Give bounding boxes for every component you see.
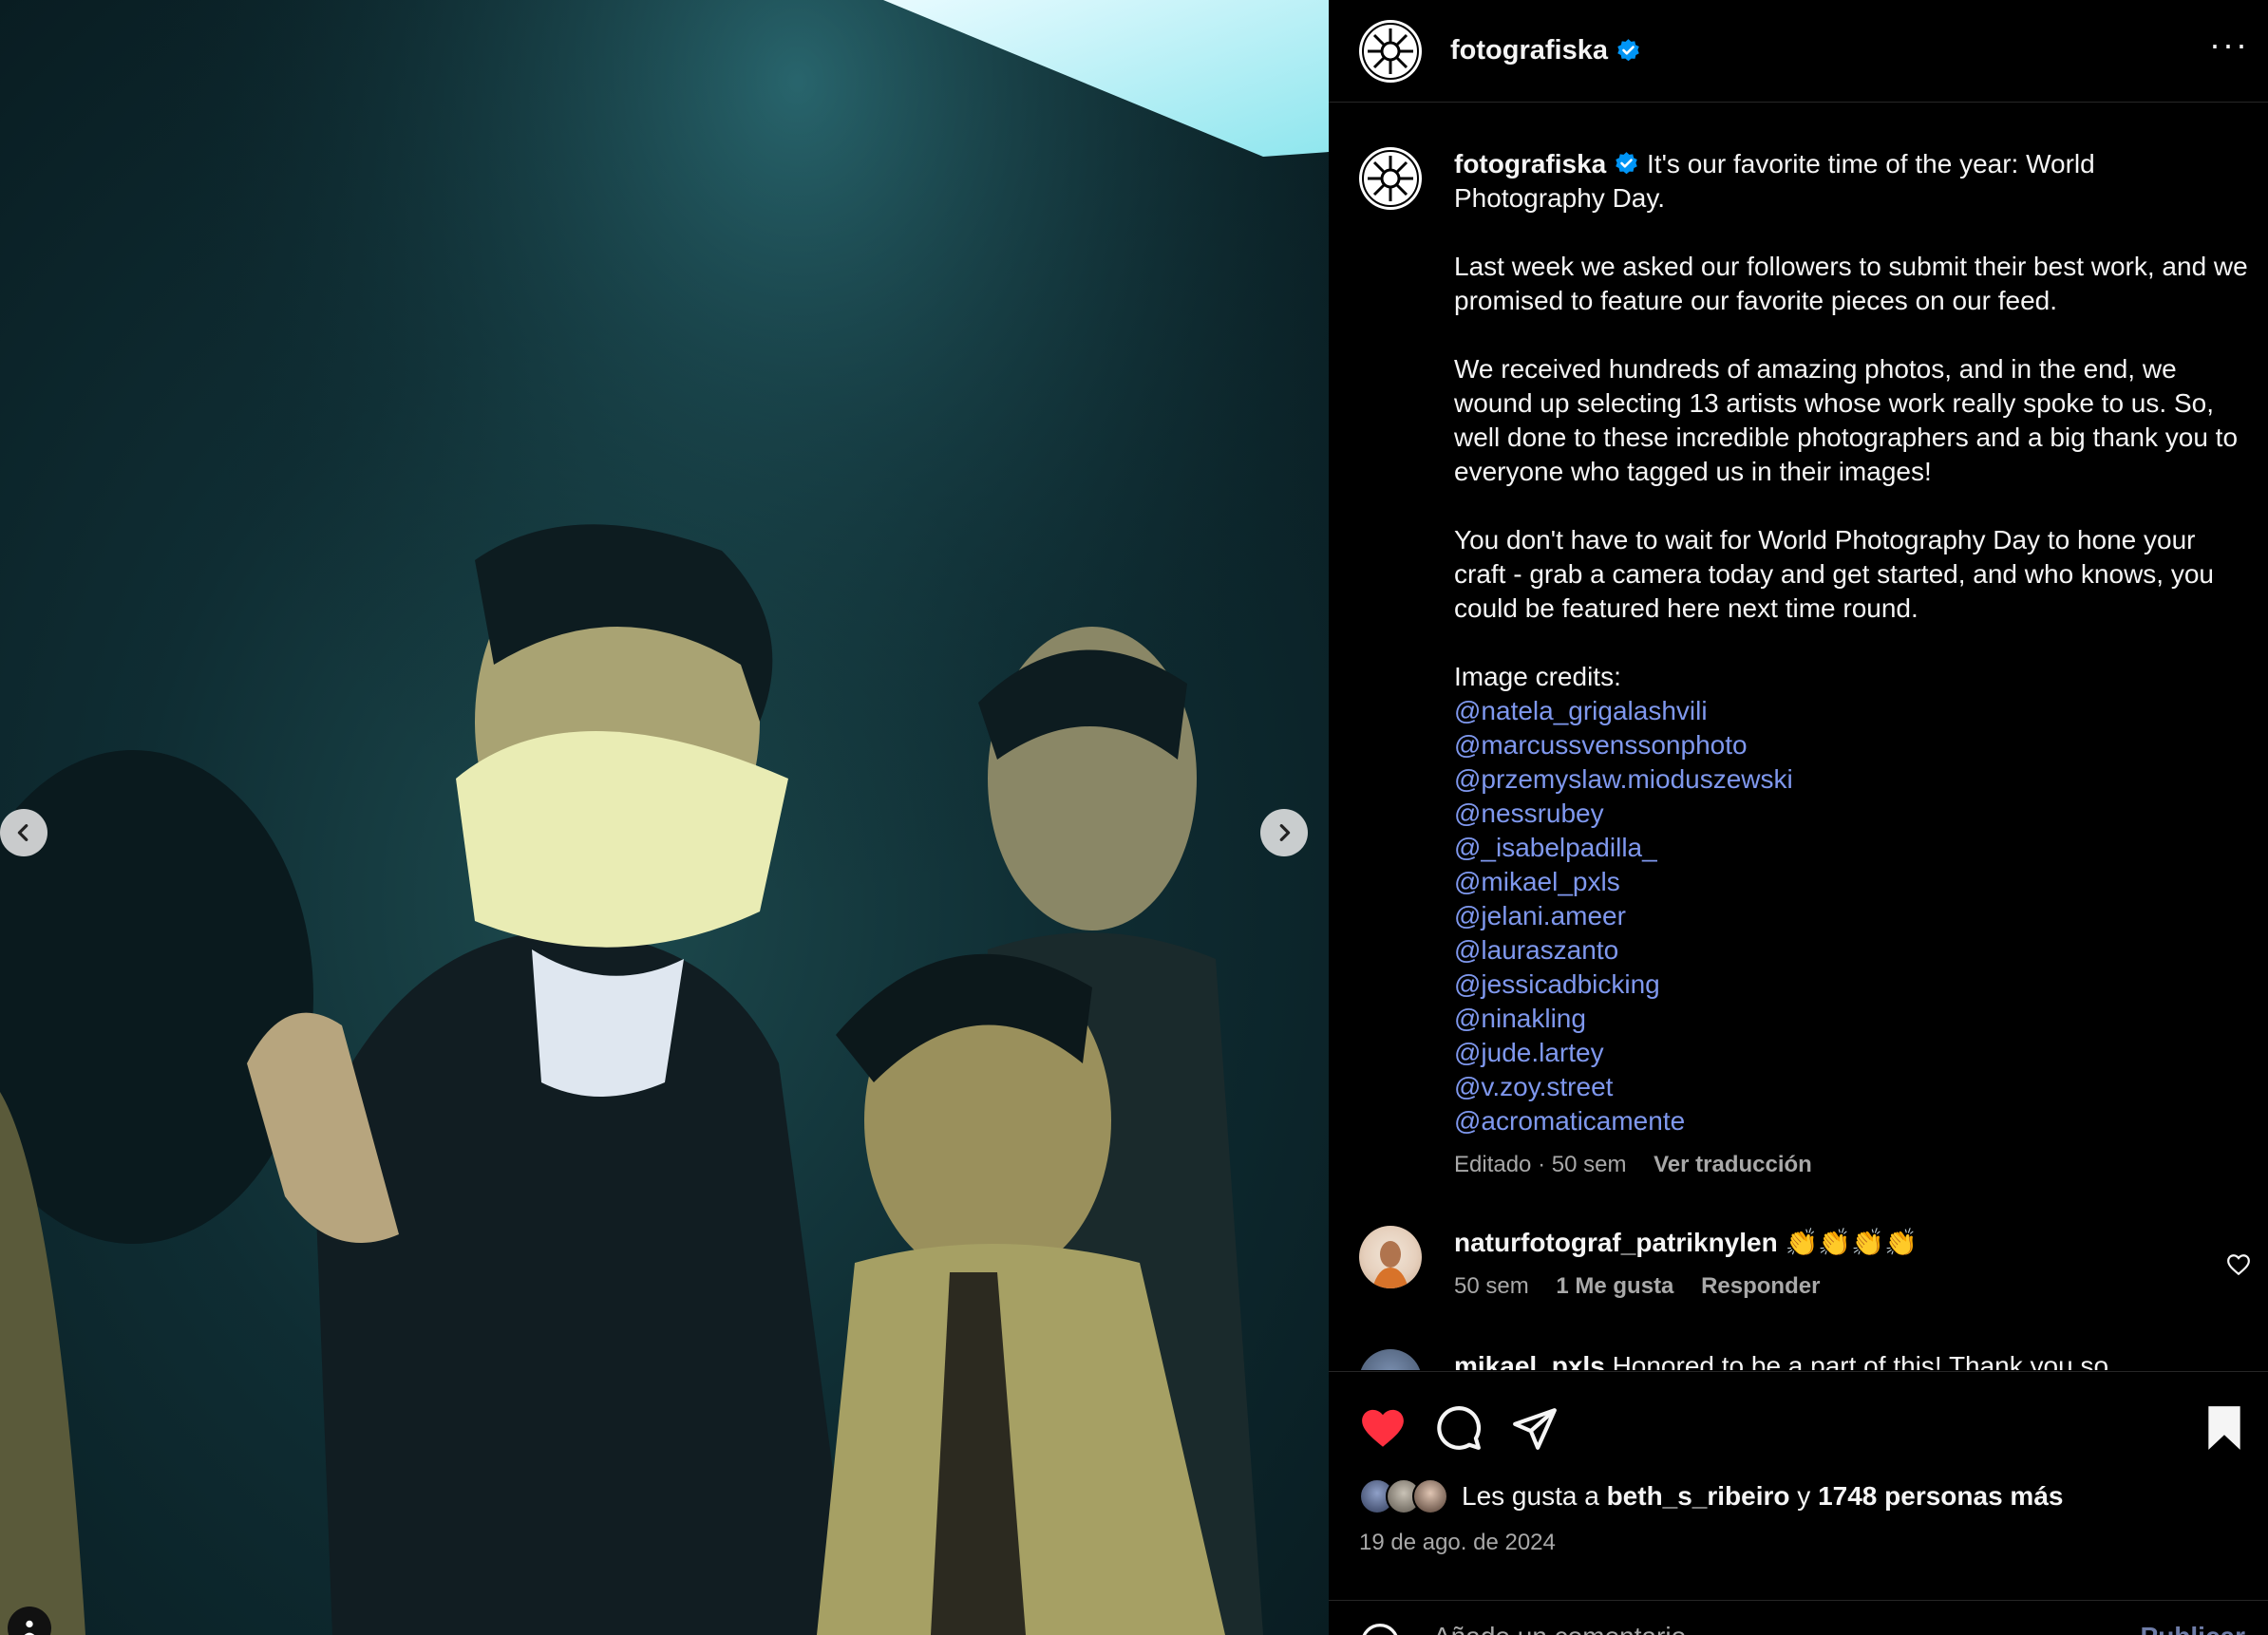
chevron-left-icon [17,824,28,841]
emoji-button[interactable] [1359,1622,1401,1635]
comment-button[interactable] [1435,1404,1483,1452]
mention-link[interactable]: @ninakling [1454,1002,2251,1036]
mention-link[interactable]: @lauraszanto [1454,933,2251,968]
liker-avatars[interactable] [1359,1478,1454,1514]
share-button[interactable] [1511,1404,1559,1452]
mention-link[interactable]: @nessrubey [1454,797,2251,831]
bookmark-filled-icon [2208,1406,2240,1450]
publish-comment-button[interactable]: Publicar [2141,1622,2245,1635]
image-credits-title: Image credits: [1454,662,1621,691]
mention-link[interactable]: @przemyslaw.mioduszewski [1454,762,2251,797]
add-comment-form: Publicar [1329,1600,2268,1635]
mention-link[interactable]: @acromaticamente [1454,1104,2251,1138]
comment-input[interactable] [1433,1622,2098,1635]
mention-link[interactable]: @marcussvenssonphoto [1454,728,2251,762]
post-photo [0,0,1329,1635]
comment-time: 50 sem [1454,1273,1529,1299]
likes-conjunction: y [1797,1481,1811,1511]
see-translation-link[interactable]: Ver traducción [1654,1152,1812,1177]
commenter-avatar[interactable] [1359,1226,1422,1288]
fotografiska-logo-icon [1362,22,1419,80]
liker-avatar [1412,1478,1448,1514]
comment-item: naturfotograf_patriknylen 👏👏👏👏 50 sem 1 … [1329,1226,2268,1304]
caption-paragraph: We received hundreds of amazing photos, … [1454,354,2239,486]
fotografiska-logo-icon [1362,150,1419,207]
caption-username[interactable]: fotografiska [1454,149,1606,179]
post-caption: fotografiska It's our favorite time of t… [1329,103,2268,1182]
more-options-button[interactable]: ··· [2209,24,2249,75]
comment-body: naturfotograf_patriknylen 👏👏👏👏 50 sem 1 … [1454,1226,1918,1304]
mention-link[interactable]: @_isabelpadilla_ [1454,831,2251,865]
comment-text: 👏👏👏👏 [1785,1228,1918,1257]
post-media[interactable] [0,0,1329,1635]
comment-username[interactable]: mikael_pxls [1454,1351,1605,1370]
caption-paragraph: You don't have to wait for World Photogr… [1454,525,2214,623]
comment-item: mikael_pxls Honored to be a part of this… [1329,1349,2268,1370]
caption-first-paragraph: fotografiska It's our favorite time of t… [1454,147,2251,216]
mention-link[interactable]: @jessicadbicking [1454,968,2251,1002]
mention-link[interactable]: @mikael_pxls [1454,865,2251,899]
more-horizontal-icon: ··· [2209,24,2249,64]
comment-body: mikael_pxls Honored to be a part of this… [1454,1349,2108,1370]
comment-likes-link[interactable]: 1 Me gusta [1556,1273,1673,1299]
like-comment-button[interactable] [2226,1252,2251,1282]
liked-by-username[interactable]: beth_s_ribeiro [1607,1481,1790,1512]
post-date: 19 de ago. de 2024 [1359,1530,1556,1555]
mention-link[interactable]: @jude.lartey [1454,1036,2251,1070]
author-avatar[interactable] [1359,19,1422,83]
verified-badge-icon [1616,152,1637,175]
likes-count-link[interactable]: 1748 personas más [1818,1481,2063,1512]
commenter-avatar[interactable] [1359,1349,1422,1370]
comment-text: Honored to be a part of this! Thank you … [1612,1351,2109,1370]
caption-edited-time: Editado · 50 sem [1454,1152,1627,1177]
previous-slide-button[interactable] [0,809,47,856]
action-icons [1359,1404,1559,1452]
post-details-panel: fotografiska ··· fotografiska It's our f… [1329,0,2268,1635]
caption-author-avatar[interactable] [1359,147,1422,210]
likes-prefix: Les gusta a [1462,1481,1599,1511]
caption-text: fotografiska It's our favorite time of t… [1454,147,2251,1182]
post-actions-section: Les gusta a beth_s_ribeiro y 1748 person… [1329,1371,2268,1635]
commenter-avatar-image [1372,1241,1408,1288]
comment-meta: 50 sem 1 Me gusta Responder [1454,1269,1918,1304]
user-tag-icon [24,1620,35,1635]
comment-bubble-icon [1437,1406,1482,1450]
comments-scroll-area[interactable]: fotografiska It's our favorite time of t… [1329,103,2268,1370]
caption-meta: Editado · 50 sem Ver traducción [1454,1148,2251,1182]
author-username[interactable]: fotografiska [1450,35,1608,66]
emoji-smiley-icon [1362,1624,1398,1635]
save-button[interactable] [2203,1404,2245,1456]
verified-badge-icon [1617,39,1639,62]
credits-mention-list: @natela_grigalashvili @marcussvenssonpho… [1454,694,2251,1138]
mention-link[interactable]: @v.zoy.street [1454,1070,2251,1104]
likes-summary: Les gusta a beth_s_ribeiro y 1748 person… [1359,1478,2063,1514]
post-header: fotografiska ··· [1329,0,2268,103]
comment-username[interactable]: naturfotograf_patriknylen [1454,1228,1778,1257]
mention-link[interactable]: @natela_grigalashvili [1454,694,2251,728]
reply-button[interactable]: Responder [1701,1273,1820,1299]
heart-outline-icon [2227,1254,2250,1276]
mention-link[interactable]: @jelani.ameer [1454,899,2251,933]
next-slide-button[interactable] [1260,809,1308,856]
chevron-right-icon [1279,824,1291,841]
send-paper-plane-icon [1513,1408,1557,1450]
like-button[interactable] [1359,1404,1407,1452]
caption-paragraph: Last week we asked our followers to subm… [1454,252,2248,315]
heart-filled-icon [1362,1409,1404,1447]
